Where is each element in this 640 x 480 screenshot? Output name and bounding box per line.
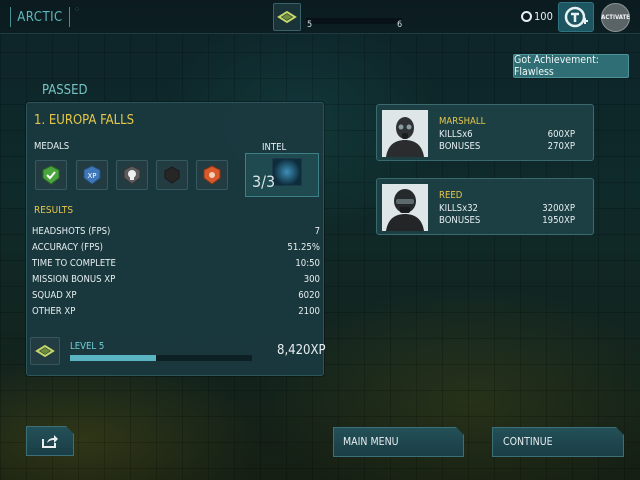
squad-bonuses-xp: 1950XP <box>542 215 575 226</box>
result-value: 300 <box>303 274 320 285</box>
medal-dark[interactable] <box>156 160 188 190</box>
result-value: 10:50 <box>295 258 320 269</box>
orange-medal-icon <box>203 165 221 185</box>
result-value: 2100 <box>298 306 320 317</box>
continue-button[interactable]: CONTINUE <box>492 427 624 457</box>
squad-bonus-row: BONUSES 1950XP <box>439 215 575 226</box>
level-rank-icon <box>30 337 60 365</box>
intel-count: 3/3 <box>252 172 276 191</box>
result-row: TIME TO COMPLETE 10:50 <box>32 258 320 272</box>
rank-button[interactable] <box>273 3 301 31</box>
medal-check[interactable] <box>35 160 67 190</box>
result-key: ACCURACY (FPS) <box>32 242 104 253</box>
squad-name: REED <box>439 190 463 201</box>
world-label: ARCTIC <box>10 7 70 27</box>
soldier-portrait <box>382 110 428 157</box>
squad-card-marshall: MARSHALL KILLSx6 600XP BONUSES 270XP <box>376 104 594 161</box>
mission-title: 1. EUROPA FALLS <box>34 113 135 128</box>
svg-text:XP: XP <box>87 172 96 180</box>
soldier-portrait <box>382 184 428 231</box>
level-current: 5 <box>307 20 313 30</box>
store-plus-icon <box>564 6 588 28</box>
level-next: 6 <box>397 20 403 30</box>
squad-name: MARSHALL <box>439 116 486 127</box>
result-key: HEADSHOTS (FPS) <box>32 226 111 237</box>
soldier-gasmask-icon <box>382 110 428 157</box>
skull-medal-icon <box>123 165 141 185</box>
main-menu-button[interactable]: MAIN MENU <box>333 427 464 457</box>
squad-kills-xp: 600XP <box>547 129 575 140</box>
share-icon <box>41 434 59 448</box>
activate-button[interactable]: ACTIVATE <box>601 3 630 32</box>
soldier-helmet-icon <box>382 184 428 231</box>
medals-label: MEDALS <box>34 141 70 152</box>
medal-skull[interactable] <box>116 160 148 190</box>
squad-kills: KILLSx6 <box>439 129 473 140</box>
result-key: MISSION BONUS XP <box>32 274 116 285</box>
squad-bonus-row: BONUSES 270XP <box>439 141 575 152</box>
result-value: 7 <box>314 226 320 237</box>
intel-label: INTEL <box>262 142 287 153</box>
level-progress-bar <box>70 355 252 361</box>
achievement-banner: Got Achievement: Flawless <box>513 54 629 78</box>
results-label: RESULTS <box>34 205 74 216</box>
squad-bonuses: BONUSES <box>439 215 481 226</box>
result-key: SQUAD XP <box>32 290 77 301</box>
credits-display: 100 <box>521 10 553 23</box>
result-key: OTHER XP <box>32 306 76 317</box>
squad-kills: KILLSx32 <box>439 203 478 214</box>
xp-medal-icon: XP <box>83 165 101 185</box>
level-label: LEVEL 5 <box>70 341 105 352</box>
squad-kills-row: KILLSx32 3200XP <box>439 203 575 214</box>
store-button[interactable] <box>558 2 594 32</box>
squad-kills-xp: 3200XP <box>542 203 575 214</box>
squad-bonuses: BONUSES <box>439 141 481 152</box>
medal-orange[interactable] <box>196 160 228 190</box>
rank-chevron-icon <box>277 10 297 24</box>
result-row: HEADSHOTS (FPS) 7 <box>32 226 320 240</box>
result-key: TIME TO COMPLETE <box>32 258 116 269</box>
level-progress-fill <box>70 355 156 361</box>
total-xp: 8,420XP <box>277 343 326 358</box>
result-row: SQUAD XP 6020 <box>32 290 320 304</box>
result-row: ACCURACY (FPS) 51.25% <box>32 242 320 256</box>
top-level-progress <box>306 18 402 24</box>
squad-bonuses-xp: 270XP <box>547 141 575 152</box>
credits-value: 100 <box>534 10 553 23</box>
intel-image <box>272 158 302 186</box>
result-row: MISSION BONUS XP 300 <box>32 274 320 288</box>
rank-chevron-icon <box>35 344 55 358</box>
result-value: 51.25% <box>287 242 320 253</box>
share-button[interactable] <box>26 426 74 456</box>
check-medal-icon <box>42 165 60 185</box>
dark-medal-icon <box>164 166 180 184</box>
result-row: OTHER XP 2100 <box>32 306 320 320</box>
squad-kills-row: KILLSx6 600XP <box>439 129 575 140</box>
medal-xp[interactable]: XP <box>76 160 108 190</box>
credits-icon <box>521 11 532 22</box>
mission-status: PASSED <box>42 83 88 98</box>
top-bar: ARCTIC ⁘ 5 6 100 ACTIVATE <box>0 0 640 34</box>
drag-dots-icon: ⁘ <box>74 5 81 14</box>
squad-card-reed: REED KILLSx32 3200XP BONUSES 1950XP <box>376 178 594 235</box>
result-value: 6020 <box>298 290 320 301</box>
